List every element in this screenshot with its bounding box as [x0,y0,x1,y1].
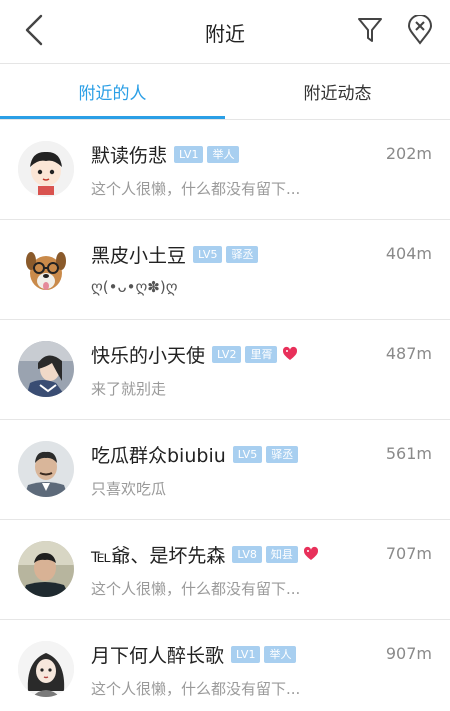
name-line: 黑皮小土豆 LV5 驿丞 [91,240,259,268]
user-name: ℡爺、是坏先森 [91,544,226,567]
user-name: 吃瓜群众biubiu [91,444,226,467]
name-line: 吃瓜群众biubiu LV5 驿丞 [91,440,299,468]
rank-badge: 举人 [207,145,240,163]
name-line: ℡爺、是坏先森 LV8 知县 [91,540,319,568]
avatar[interactable] [18,541,74,597]
list-item[interactable]: 吃瓜群众biubiu LV5 驿丞 561m 只喜欢吃瓜 [0,420,450,520]
distance: 404m [385,244,432,263]
name-line: 默读伤悲 LV1 举人 [91,140,240,168]
avatar[interactable] [18,141,74,197]
heart-icon [282,346,298,362]
user-name: 月下何人醉长歌 [91,644,225,667]
filter-funnel-icon [357,16,383,48]
list-item[interactable]: 黑皮小土豆 LV5 驿丞 404m ღ(•ᴗ•ღ✽)ღ [0,220,450,320]
user-signature: 只喜欢吃瓜 [91,480,167,498]
level-badge: LV1 [174,145,204,163]
avatar[interactable] [18,441,74,497]
level-badge: LV5 [232,445,263,463]
tab-nearby-posts[interactable]: 附近动态 [225,64,450,118]
level-badge: LV1 [231,645,261,663]
user-signature: 这个人很懒，什么都没有留下... [91,580,301,598]
list-item[interactable]: 月下何人醉长歌 LV1 举人 907m 这个人很懒，什么都没有留下... [0,620,450,711]
filter-button[interactable] [352,14,388,50]
level-badge: LV5 [193,245,223,263]
list-item[interactable]: ℡爺、是坏先森 LV8 知县 707m 这个人很懒，什么都没有留下... [0,520,450,620]
rank-badge: 驿丞 [226,245,259,263]
rank-badge: 驿丞 [266,445,299,463]
name-line: 月下何人醉长歌 LV1 举人 [91,640,297,668]
user-name: 默读伤悲 [91,144,168,167]
user-signature: 来了就别走 [91,380,167,398]
rank-badge: 里胥 [245,345,278,363]
location-off-icon [407,14,433,49]
location-toggle-button[interactable] [402,14,438,50]
level-badge: LV8 [232,545,262,563]
avatar[interactable] [18,341,74,397]
user-signature: ღ(•ᴗ•ღ✽)ღ [91,278,178,296]
distance: 907m [385,644,432,663]
tab-bar: 附近的人 附近动态 [0,64,450,120]
rank-badge: 举人 [264,645,297,663]
level-badge: LV2 [212,345,242,363]
heart-icon [303,546,319,562]
user-signature: 这个人很懒，什么都没有留下... [91,680,301,698]
tab-nearby-people[interactable]: 附近的人 [0,64,225,118]
list-item[interactable]: 默读伤悲 LV1 举人 202m 这个人很懒，什么都没有留下... [0,120,450,220]
distance: 561m [385,444,432,463]
avatar[interactable] [18,641,74,697]
list-item[interactable]: 快乐的小天使 LV2 里胥 487m 来了就别走 [0,320,450,420]
people-list: 默读伤悲 LV1 举人 202m 这个人很懒，什么都没有留下... 黑皮小土豆 … [0,120,450,711]
distance: 707m [385,544,432,563]
rank-badge: 知县 [265,545,298,563]
user-name: 快乐的小天使 [91,344,206,367]
name-line: 快乐的小天使 LV2 里胥 [91,340,298,368]
avatar[interactable] [18,241,74,297]
distance: 487m [385,344,432,363]
user-name: 黑皮小土豆 [91,244,187,267]
user-signature: 这个人很懒，什么都没有留下... [91,180,301,198]
top-bar: 附近 [0,0,450,64]
distance: 202m [385,144,432,163]
